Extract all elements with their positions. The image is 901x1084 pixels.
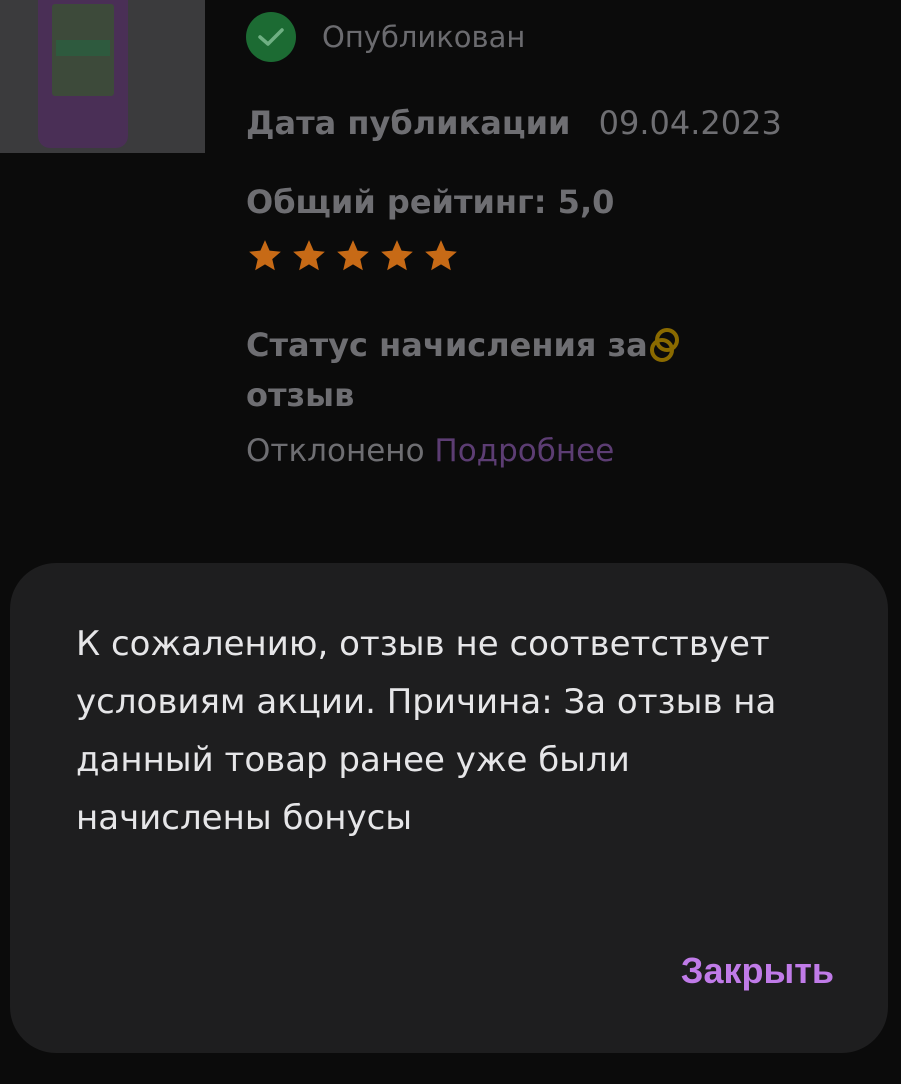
publication-label: Дата публикации bbox=[246, 104, 571, 142]
review-screen: Опубликован Дата публикации 09.04.2023 О… bbox=[0, 0, 901, 1084]
publication-date: 09.04.2023 bbox=[598, 104, 782, 142]
star-icon bbox=[293, 240, 325, 271]
star-icon bbox=[249, 240, 281, 271]
rejected-row: Отклонено Подробнее bbox=[246, 433, 614, 469]
status-text: Опубликован bbox=[322, 20, 526, 54]
check-icon bbox=[246, 12, 296, 62]
status-row: Опубликован bbox=[246, 12, 525, 62]
dialog-message: К сожалению, отзыв не соответствует усло… bbox=[76, 624, 777, 838]
star-icon bbox=[381, 240, 413, 271]
product-thumbnail[interactable] bbox=[0, 0, 205, 153]
publication-date-row: Дата публикации 09.04.2023 bbox=[246, 104, 782, 142]
coins-icon bbox=[650, 328, 679, 362]
details-link[interactable]: Подробнее bbox=[434, 433, 614, 469]
product-image bbox=[38, 0, 128, 148]
overall-rating: Общий рейтинг: 5,0 bbox=[246, 183, 615, 221]
close-button[interactable]: Закрыть bbox=[681, 950, 834, 992]
star-icon bbox=[337, 240, 369, 271]
rating-stars bbox=[246, 237, 460, 275]
star-icon bbox=[425, 240, 457, 271]
rejection-dialog: К сожалению, отзыв не соответствует усло… bbox=[10, 563, 888, 1053]
bonus-status-label: Статус начисления за отзыв bbox=[246, 320, 706, 420]
rejected-status: Отклонено bbox=[246, 433, 425, 469]
